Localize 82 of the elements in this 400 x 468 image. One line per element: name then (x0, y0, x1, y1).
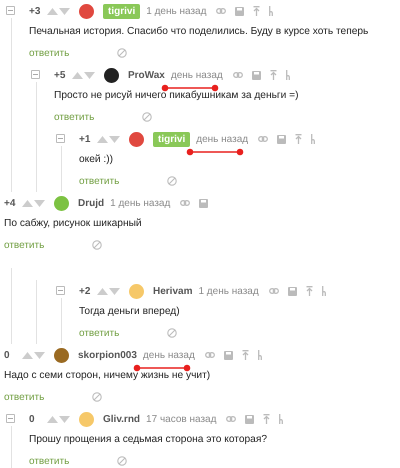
arrow-up-icon[interactable] (270, 70, 277, 80)
ban-icon[interactable] (117, 456, 128, 466)
reply-link[interactable]: ответить (29, 48, 70, 58)
upvote-icon[interactable] (22, 352, 33, 358)
score: +3 (29, 6, 41, 16)
score: 0 (29, 414, 36, 424)
save-icon[interactable] (277, 134, 286, 144)
reply-link[interactable]: ответить (4, 392, 44, 402)
link-icon[interactable] (180, 200, 190, 206)
downvote-icon[interactable] (84, 72, 95, 78)
username[interactable]: Drujd (78, 198, 104, 208)
score: 0 (4, 350, 11, 360)
downvote-icon[interactable] (34, 352, 45, 358)
link-icon[interactable] (216, 8, 226, 14)
link-icon[interactable] (226, 416, 236, 422)
arrow-up-icon[interactable] (295, 134, 302, 144)
collapse-button[interactable] (6, 414, 15, 423)
reply-link[interactable]: ответить (29, 456, 70, 466)
downvote-icon[interactable] (59, 8, 70, 14)
collapse-button[interactable] (56, 134, 65, 143)
upvote-icon[interactable] (97, 136, 108, 142)
collapse-button[interactable] (56, 286, 65, 295)
arrow-up-icon[interactable] (306, 286, 313, 296)
timestamp: 1 день назад (198, 286, 259, 296)
upvote-icon[interactable] (72, 72, 83, 78)
link-icon[interactable] (204, 352, 215, 358)
score: +1 (79, 134, 91, 144)
username[interactable]: ProWax (128, 70, 165, 80)
collapse-button[interactable] (6, 6, 15, 15)
timestamp: день назад (196, 134, 248, 144)
link-icon[interactable] (258, 136, 268, 142)
author-badge[interactable]: tigrivi (153, 132, 190, 146)
ban-icon[interactable] (92, 240, 102, 250)
username[interactable]: Gliv.rnd (103, 414, 140, 424)
reply-link[interactable]: ответить (79, 176, 120, 186)
score: +2 (79, 286, 91, 296)
ban-icon[interactable] (142, 112, 152, 122)
save-icon[interactable] (235, 6, 244, 16)
ban-icon[interactable] (167, 176, 178, 186)
upvote-icon[interactable] (47, 8, 58, 14)
upvote-icon[interactable] (47, 416, 58, 422)
reply-link[interactable]: ответить (4, 240, 44, 250)
save-icon[interactable] (199, 198, 208, 208)
save-icon[interactable] (288, 286, 297, 296)
downvote-icon[interactable] (34, 200, 45, 206)
comment-text: Надо с семи сторон, ничему жизнь не учит) (4, 369, 212, 383)
upvote-icon[interactable] (97, 288, 108, 294)
avatar-icon[interactable] (104, 68, 119, 82)
save-icon[interactable] (245, 414, 254, 424)
downvote-icon[interactable] (109, 136, 120, 142)
comment-text: Прошу прощения а седьмая сторона это которая? (29, 433, 268, 447)
username[interactable]: Herivam (153, 286, 192, 296)
link-icon[interactable] (232, 72, 243, 78)
save-icon[interactable] (224, 350, 233, 360)
arrow-up-icon[interactable] (263, 414, 270, 424)
link-icon[interactable] (268, 288, 279, 294)
ban-icon[interactable] (117, 48, 128, 58)
score: +4 (4, 198, 16, 208)
reply-link[interactable]: ответить (54, 112, 94, 122)
timestamp: 1 день назад (110, 198, 170, 208)
comment-text: Печальная история. Спасибо что поделились. Буду в курсе хоть теперь (29, 25, 370, 39)
author-badge[interactable]: tigrivi (103, 4, 140, 18)
save-icon[interactable] (252, 70, 261, 80)
comment-text: Тогда деньги вперед) (79, 305, 181, 319)
timestamp: 1 день назад (146, 6, 206, 16)
downvote-icon[interactable] (59, 416, 70, 422)
timestamp: день назад (170, 70, 223, 80)
arrow-up-icon[interactable] (253, 6, 260, 16)
timestamp: день назад (142, 350, 195, 360)
comment-text: По сабжу, рисунок шикарный (4, 217, 143, 231)
ban-icon[interactable] (92, 392, 102, 402)
reply-link[interactable]: ответить (79, 328, 120, 338)
comment-text: окей :)) (79, 153, 114, 167)
collapse-button[interactable] (31, 70, 40, 79)
username[interactable]: skorpion003 (78, 350, 137, 360)
timestamp: 17 часов назад (146, 414, 216, 424)
score: +5 (54, 70, 66, 80)
arrow-up-icon[interactable] (242, 350, 249, 360)
downvote-icon[interactable] (109, 288, 120, 294)
ban-icon[interactable] (167, 328, 178, 338)
comment-text: Просто не рисуй ничего пикабушникам за деньги =) (54, 89, 300, 103)
upvote-icon[interactable] (22, 200, 33, 206)
